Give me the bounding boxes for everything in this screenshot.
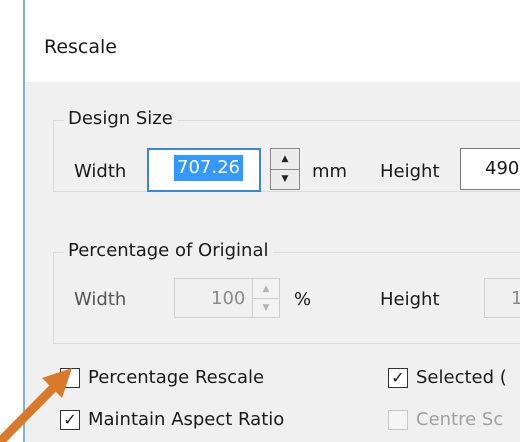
annotation-arrow-icon	[0, 368, 72, 442]
